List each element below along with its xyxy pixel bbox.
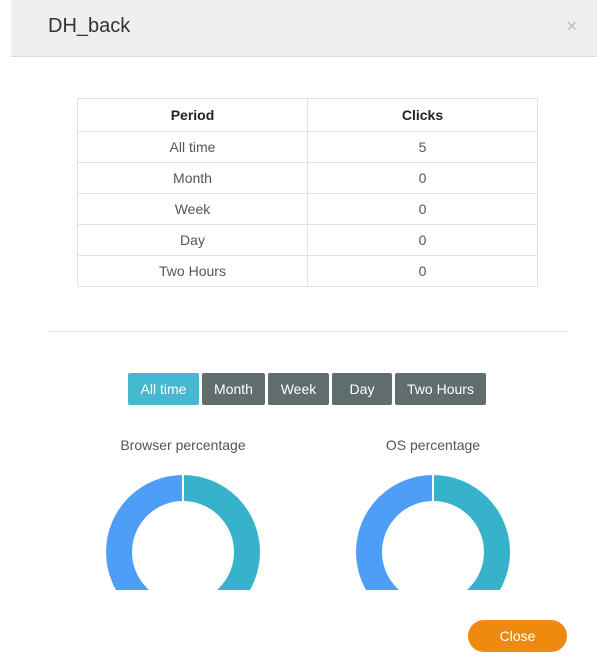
clicks-cell: 5 [307,131,538,163]
browser-donut-chart [105,472,262,590]
all-time-button[interactable]: All time [128,373,199,405]
close-button[interactable]: Close [468,620,567,652]
table-header-row: Period Clicks [77,98,538,132]
modal-title: DH_back [48,15,131,37]
table-row: Week 0 [77,193,538,225]
period-button-group: All time Month Week Day Two Hours [128,373,486,405]
week-button[interactable]: Week [268,373,329,405]
browser-chart-title: Browser percentage [120,437,246,453]
clicks-cell: 0 [307,162,538,194]
period-cell: Two Hours [77,255,308,287]
section-divider [47,331,567,332]
table-row: Day 0 [77,224,538,256]
donut-slice-0 [182,472,262,590]
period-cell: All time [77,131,308,163]
donut-slice-1 [355,472,434,590]
period-cell: Month [77,162,308,194]
clicks-cell: 0 [307,193,538,225]
close-icon[interactable]: × [566,17,577,35]
os-chart-title: OS percentage [385,437,481,453]
donut-slice-0 [432,472,512,590]
table-row: All time 5 [77,131,538,163]
day-button[interactable]: Day [332,373,392,405]
clicks-cell: 0 [307,224,538,256]
table-row: Month 0 [77,162,538,194]
month-button[interactable]: Month [202,373,265,405]
clicks-cell: 0 [307,255,538,287]
os-donut-chart [355,472,512,590]
clicks-table: Period Clicks All time 5 Month 0 Week 0 … [77,98,538,287]
column-header-period: Period [77,98,308,132]
two-hours-button[interactable]: Two Hours [395,373,486,405]
table-row: Two Hours 0 [77,255,538,287]
period-cell: Week [77,193,308,225]
column-header-clicks: Clicks [307,98,538,132]
period-cell: Day [77,224,308,256]
donut-slice-1 [105,472,184,590]
modal-header: DH_back × [11,0,597,57]
